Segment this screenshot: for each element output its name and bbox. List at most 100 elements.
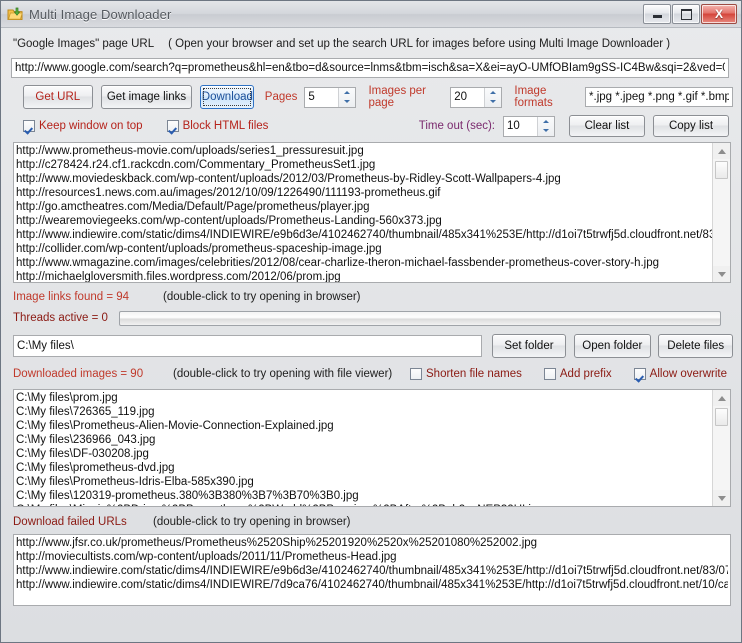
- failed-urls-listbox[interactable]: http://www.jfsr.co.uk/prometheus/Prometh…: [13, 534, 731, 606]
- pages-spinner-arrows[interactable]: [338, 87, 356, 107]
- downloaded-images-label: Downloaded images = 90: [13, 368, 144, 380]
- maximize-button[interactable]: [672, 4, 700, 24]
- pages-spin-up[interactable]: [339, 88, 355, 98]
- get-url-button[interactable]: Get URL: [23, 85, 93, 109]
- download-button[interactable]: Download: [200, 85, 255, 109]
- list-item[interactable]: http://collider.com/wp-content/uploads/p…: [16, 242, 713, 256]
- minimize-icon: [652, 15, 662, 18]
- checkbox-icon[interactable]: [23, 120, 35, 132]
- images-per-page-input[interactable]: [451, 87, 485, 107]
- scroll-up-button[interactable]: [713, 143, 730, 159]
- url-label-row: "Google Images" page URL ( Open your bro…: [9, 32, 733, 56]
- list-item[interactable]: http://michaelgloversmith.files.wordpres…: [16, 270, 713, 282]
- timeout-label: Time out (sec):: [418, 120, 495, 132]
- download-failed-hint: (double-click to try opening in browser): [153, 516, 351, 528]
- main-content: "Google Images" page URL ( Open your bro…: [1, 28, 741, 642]
- checkbox-icon[interactable]: [633, 368, 646, 380]
- keep-window-on-top-checkbox[interactable]: Keep window on top: [23, 120, 143, 132]
- chevron-down-icon: [344, 100, 351, 104]
- search-url-input[interactable]: [11, 58, 729, 78]
- timeout-input[interactable]: [504, 116, 537, 136]
- scroll-down-button[interactable]: [713, 490, 730, 506]
- image-links-hint: (double-click to try opening in browser): [163, 291, 361, 303]
- list-item[interactable]: C:\My files\Minnie%2BDriver%2BPrometheus…: [16, 503, 713, 506]
- block-html-files-checkbox[interactable]: Block HTML files: [166, 120, 268, 132]
- images-per-page-stepper[interactable]: [450, 86, 503, 108]
- list-item[interactable]: http://c278424.r24.cf1.rackcdn.com/Comme…: [16, 158, 713, 172]
- list-item[interactable]: http://www.wmagazine.com/images/celebrit…: [16, 256, 713, 270]
- links-status-row: Image links found = 94 (double-click to …: [9, 287, 733, 307]
- list-item[interactable]: C:\My files\Prometheus-Idris-Elba-585x39…: [16, 475, 713, 489]
- scrollbar-track[interactable]: [713, 159, 730, 266]
- downloaded-files-listbox[interactable]: C:\My files\prom.jpg C:\My files\726365_…: [13, 389, 731, 507]
- timeout-spin-up[interactable]: [538, 117, 554, 127]
- pages-spin-down[interactable]: [339, 97, 355, 107]
- folder-path-input[interactable]: [13, 335, 482, 357]
- list-item[interactable]: http://www.moviedeskback.com/wp-content/…: [16, 172, 713, 186]
- list-item[interactable]: C:\My files\236966_043.jpg: [16, 433, 713, 447]
- caret-down-icon: [717, 271, 726, 277]
- list-item[interactable]: C:\My files\prometheus-dvd.jpg: [16, 461, 713, 475]
- allow-overwrite-checkbox[interactable]: Allow overwrite: [633, 368, 727, 380]
- checkbox-icon[interactable]: [410, 368, 422, 380]
- list-item[interactable]: C:\My files\726365_119.jpg: [16, 405, 713, 419]
- download-folder-icon: [7, 6, 23, 22]
- scrollbar-track[interactable]: [713, 406, 730, 490]
- open-folder-button[interactable]: Open folder: [574, 334, 651, 358]
- set-folder-button[interactable]: Set folder: [491, 334, 567, 358]
- timeout-spin-down[interactable]: [538, 126, 554, 136]
- list-item[interactable]: http://www.jfsr.co.uk/prometheus/Prometh…: [16, 536, 728, 550]
- threads-status-row: Threads active = 0: [9, 308, 733, 328]
- image-formats-input[interactable]: [585, 87, 734, 107]
- pages-input[interactable]: [305, 87, 339, 107]
- url-label: "Google Images" page URL: [13, 38, 155, 50]
- image-links-scrollbar[interactable]: [712, 143, 730, 282]
- get-image-links-button[interactable]: Get image links: [101, 85, 192, 109]
- copy-list-button[interactable]: Copy list: [653, 115, 729, 137]
- list-item[interactable]: C:\My files\DF-030208.jpg: [16, 447, 713, 461]
- action-toolbar: Get URL Get image links Download Pages I…: [9, 82, 734, 112]
- failed-urls-items: http://www.jfsr.co.uk/prometheus/Prometh…: [14, 535, 728, 605]
- timeout-spinner-arrows[interactable]: [537, 116, 554, 136]
- ipp-spin-up[interactable]: [485, 88, 501, 98]
- delete-files-button[interactable]: Delete files: [658, 334, 733, 358]
- list-item[interactable]: http://go.amctheatres.com/Media/Default/…: [16, 200, 713, 214]
- list-item[interactable]: C:\My files\Prometheus-Alien-Movie-Conne…: [16, 419, 713, 433]
- list-item[interactable]: http://wearemoviegeeks.com/wp-content/up…: [16, 214, 713, 228]
- list-item[interactable]: http://www.prometheus-movie.com/uploads/…: [16, 144, 713, 158]
- download-failed-label: Download failed URLs: [13, 516, 127, 528]
- close-icon: X: [714, 7, 723, 21]
- scrollbar-thumb[interactable]: [715, 408, 728, 426]
- checkbox-icon[interactable]: [543, 368, 556, 380]
- downloaded-files-scrollbar[interactable]: [712, 390, 730, 506]
- list-item[interactable]: http://www.indiewire.com/static/dims4/IN…: [16, 564, 728, 578]
- close-button[interactable]: X: [701, 4, 737, 24]
- folder-row: Set folder Open folder Delete files: [9, 333, 733, 359]
- images-per-page-spinner-arrows[interactable]: [484, 87, 502, 107]
- ipp-spin-down[interactable]: [485, 97, 501, 107]
- pages-stepper[interactable]: [304, 86, 357, 108]
- list-item[interactable]: http://www.indiewire.com/static/dims4/IN…: [16, 578, 728, 592]
- list-item[interactable]: http://www.indiewire.com/static/dims4/IN…: [16, 228, 713, 242]
- image-links-items: http://www.prometheus-movie.com/uploads/…: [14, 143, 713, 282]
- list-item[interactable]: C:\My files\120319-prometheus.380%3B380%…: [16, 489, 713, 503]
- url-hint: ( Open your browser and set up the searc…: [168, 38, 671, 50]
- minimize-button[interactable]: [643, 4, 671, 24]
- chevron-up-icon: [490, 90, 497, 94]
- scrollbar-thumb[interactable]: [715, 161, 728, 179]
- add-prefix-checkbox[interactable]: Add prefix: [543, 368, 612, 380]
- shorten-file-names-checkbox[interactable]: Shorten file names: [410, 368, 522, 380]
- scroll-up-button[interactable]: [713, 390, 730, 406]
- caret-down-icon: [717, 495, 726, 501]
- window-title: Multi Image Downloader: [29, 6, 172, 22]
- timeout-stepper[interactable]: [503, 115, 555, 137]
- checkbox-icon[interactable]: [166, 120, 179, 132]
- download-progress-bar: [119, 310, 721, 326]
- scroll-down-button[interactable]: [713, 266, 730, 282]
- clear-list-button[interactable]: Clear list: [569, 115, 645, 137]
- list-item[interactable]: http://resources1.news.com.au/images/201…: [16, 186, 713, 200]
- list-item[interactable]: http://moviecultists.com/wp-content/uplo…: [16, 550, 728, 564]
- image-links-listbox[interactable]: http://www.prometheus-movie.com/uploads/…: [13, 142, 731, 283]
- app-window: Multi Image Downloader X "Google Images"…: [0, 0, 742, 643]
- list-item[interactable]: C:\My files\prom.jpg: [16, 391, 713, 405]
